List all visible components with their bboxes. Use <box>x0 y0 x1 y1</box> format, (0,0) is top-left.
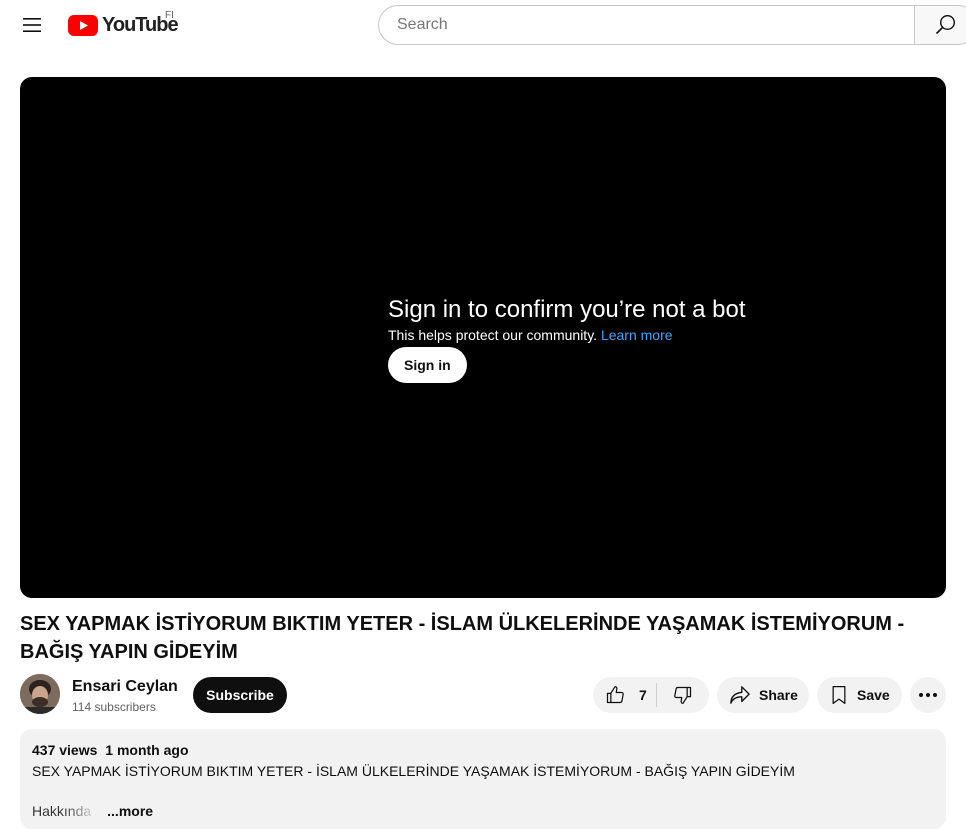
learn-more-link[interactable]: Learn more <box>601 327 673 343</box>
bot-check-title: Sign in to confirm you’re not a bot <box>388 296 746 323</box>
subscriber-count: 114 subscribers <box>72 700 156 714</box>
dislike-button[interactable] <box>657 677 709 713</box>
show-more-button[interactable]: ...more <box>107 801 153 821</box>
hamburger-icon <box>23 18 41 32</box>
youtube-play-icon <box>68 14 98 36</box>
video-player[interactable]: Sign in to confirm you’re not a bot This… <box>20 77 946 598</box>
description-text: SEX YAPMAK İSTİYORUM BIKTIM YETER - İSLA… <box>32 763 795 779</box>
like-dislike-group: 7 <box>593 677 709 713</box>
thumbs-up-icon <box>606 686 624 704</box>
channel-avatar[interactable] <box>20 674 60 714</box>
like-button[interactable]: 7 <box>593 677 656 713</box>
share-label: Share <box>759 687 798 703</box>
avatar-image <box>20 674 60 714</box>
bot-check-subtitle: This helps protect our community. Learn … <box>388 325 746 345</box>
save-label: Save <box>857 687 890 703</box>
description-preview: Hakkında <box>32 803 92 819</box>
share-icon <box>730 686 750 704</box>
country-code: FI <box>165 10 174 21</box>
menu-button[interactable] <box>16 9 48 41</box>
bot-check-subtitle-text: This helps protect our community. <box>388 327 598 343</box>
masthead: YouTube FI <box>0 0 966 50</box>
bot-check-overlay: Sign in to confirm you’re not a bot This… <box>388 295 746 383</box>
search-box <box>378 5 915 45</box>
description-box[interactable]: 437 views 1 month ago SEX YAPMAK İSTİYOR… <box>20 729 946 829</box>
search-icon <box>935 14 956 35</box>
subscribe-button[interactable]: Subscribe <box>193 677 287 713</box>
upload-date: 1 month ago <box>105 742 189 758</box>
search-input[interactable] <box>395 15 899 35</box>
more-horizontal-icon <box>919 693 937 697</box>
search-button[interactable] <box>914 5 966 45</box>
description-footer: Hakkında ...more <box>32 801 934 821</box>
bookmark-icon <box>832 686 846 704</box>
sign-in-button[interactable]: Sign in <box>388 347 467 383</box>
youtube-logo[interactable]: YouTube <box>68 14 179 36</box>
view-count: 437 views <box>32 742 98 758</box>
thumbs-down-icon <box>674 686 692 704</box>
like-count: 7 <box>639 687 647 703</box>
video-title: SEX YAPMAK İSTİYORUM BIKTIM YETER - İSLA… <box>20 613 905 663</box>
share-button[interactable]: Share <box>717 677 809 713</box>
channel-name[interactable]: Ensari Ceylan <box>72 677 178 697</box>
save-button[interactable]: Save <box>817 677 902 713</box>
description-meta: 437 views 1 month ago <box>32 741 934 759</box>
more-actions-button[interactable] <box>910 677 946 713</box>
